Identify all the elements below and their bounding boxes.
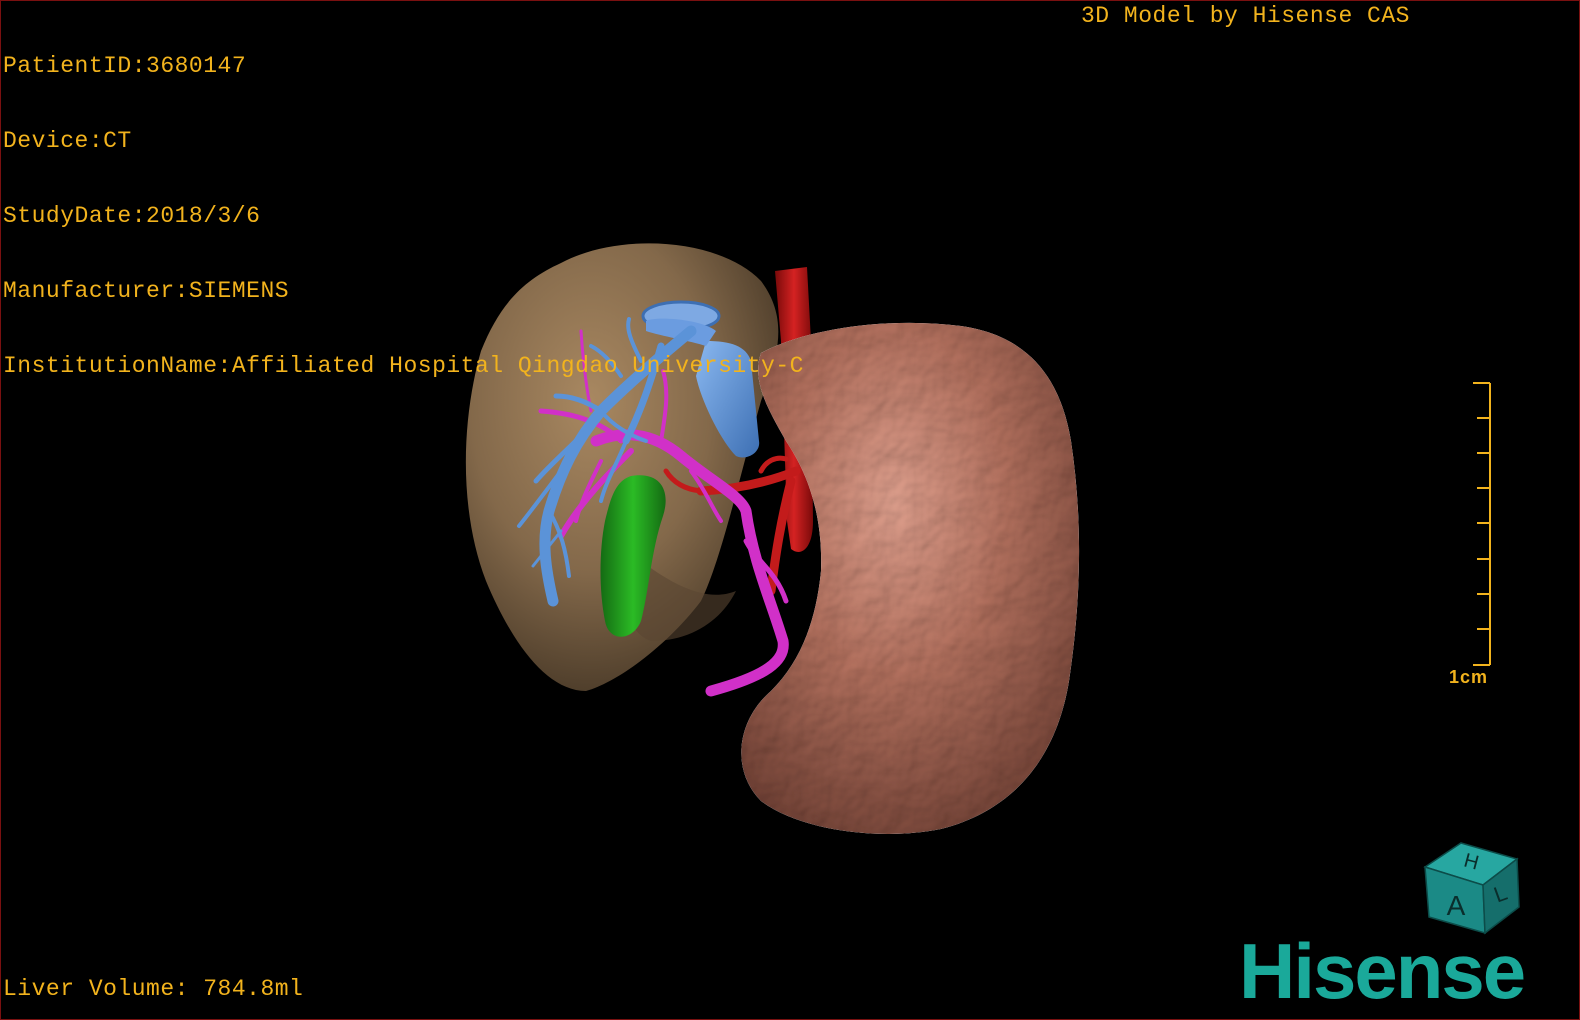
model-credit: 3D Model by Hisense CAS	[1081, 3, 1410, 29]
institution-name: InstitutionName:Affiliated Hospital Qing…	[3, 353, 804, 379]
liver-volume: Liver Volume: 784.8ml	[3, 976, 304, 1002]
scale-label: 1cm	[1449, 667, 1489, 687]
hisense-logo: Hisense	[1239, 927, 1526, 1015]
patient-info-overlay: PatientID:3680147 Device:CT StudyDate:20…	[3, 4, 804, 429]
manufacturer: Manufacturer:SIEMENS	[3, 278, 290, 304]
orientation-cube-icon[interactable]: H A L	[1421, 837, 1526, 937]
scale-bar	[1473, 382, 1491, 666]
cube-front-label: A	[1447, 890, 1466, 921]
3d-viewport[interactable]: PatientID:3680147 Device:CT StudyDate:20…	[0, 0, 1580, 1020]
device: Device:CT	[3, 128, 132, 154]
study-date: StudyDate:2018/3/6	[3, 203, 261, 229]
patient-id: PatientID:3680147	[3, 53, 247, 79]
